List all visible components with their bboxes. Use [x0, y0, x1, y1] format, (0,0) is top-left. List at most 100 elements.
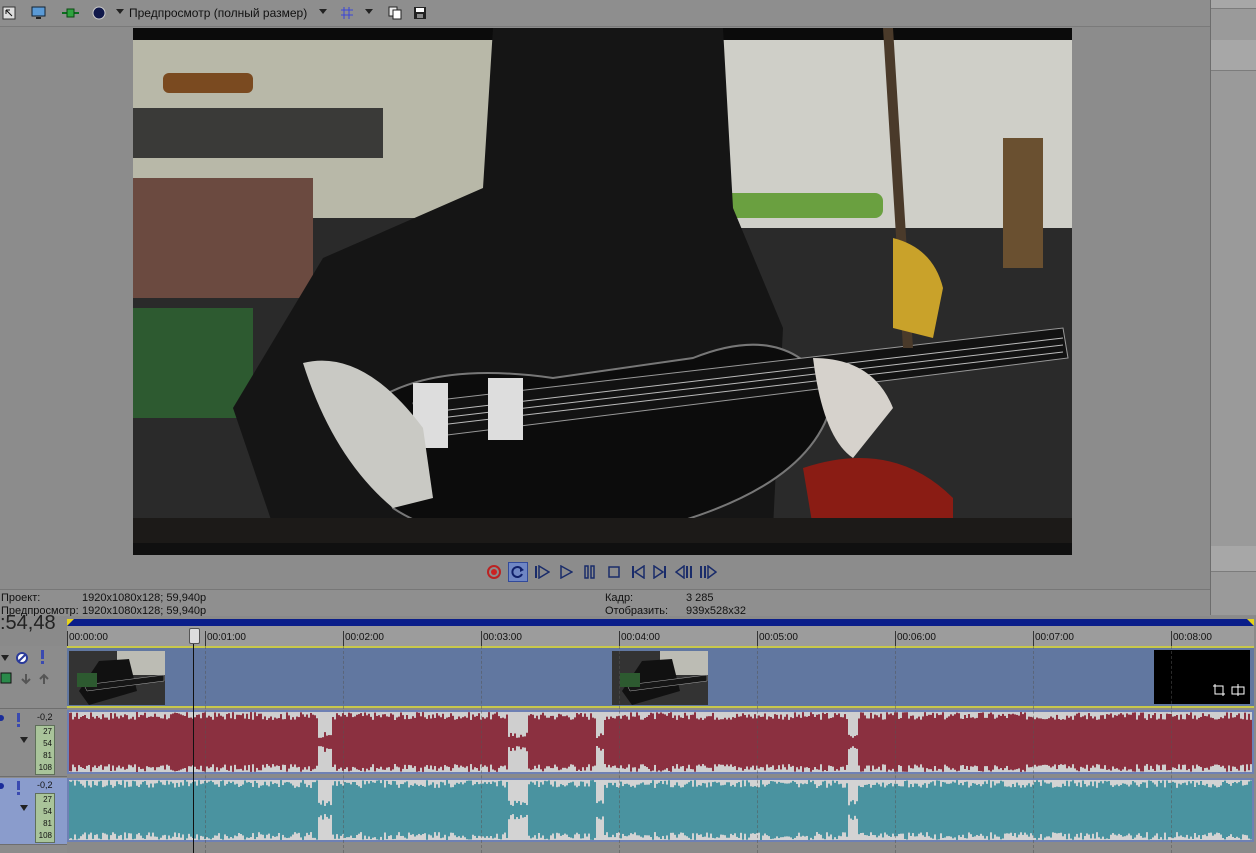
- video-track-event[interactable]: [67, 646, 1254, 708]
- loop-button[interactable]: [508, 562, 528, 582]
- go-to-end-button[interactable]: [650, 562, 670, 582]
- mute-icon[interactable]: [0, 781, 6, 794]
- audio-meter[interactable]: 27 54 81 108: [35, 793, 55, 843]
- track-fx-icon[interactable]: [40, 650, 46, 667]
- audio-track-event-1[interactable]: [67, 710, 1254, 774]
- mute-icon[interactable]: [0, 713, 6, 726]
- audio-meter[interactable]: 27 54 81 108: [35, 725, 55, 775]
- track-fx-icon[interactable]: [16, 781, 22, 798]
- meter-mark: 27: [43, 727, 52, 736]
- ruler-label: 00:00:00: [69, 632, 108, 643]
- audio-track-event-2[interactable]: [67, 778, 1254, 842]
- grid-line: [343, 646, 344, 853]
- frame-label: Кадр:: [605, 592, 634, 604]
- ruler-label: 00:06:00: [897, 632, 936, 643]
- ruler-tick: [205, 631, 206, 646]
- docked-panel-edge: [1210, 0, 1256, 615]
- stop-button[interactable]: [604, 562, 624, 582]
- video-track-header[interactable]: [0, 646, 67, 709]
- pan-crop-icon[interactable]: [1212, 683, 1226, 700]
- go-to-start-button[interactable]: [628, 562, 648, 582]
- ruler-tick: [619, 631, 620, 646]
- ruler-tick: [481, 631, 482, 646]
- preview-info-bar: Проект: 1920x1080x128; 59,940p Предпросм…: [0, 589, 1210, 617]
- ruler-tick: [343, 631, 344, 646]
- meter-mark: 108: [38, 763, 52, 772]
- overlay-icon[interactable]: [90, 4, 107, 21]
- meter-mark: 54: [43, 807, 52, 816]
- audio-track-header-1[interactable]: -0,2 27 54 81 108: [0, 710, 67, 777]
- video-frame[interactable]: [133, 28, 1072, 555]
- grid-dropdown-icon[interactable]: [365, 9, 373, 14]
- meter-mark: 108: [38, 831, 52, 840]
- audio-level: -0,2: [37, 712, 53, 722]
- bypass-fx-icon[interactable]: [16, 652, 28, 667]
- compositing-icon[interactable]: [0, 672, 12, 687]
- ruler-label: 00:01:00: [207, 632, 246, 643]
- project-label: Проект:: [1, 592, 41, 604]
- audio-track-header-2[interactable]: -0,2 27 54 81 108: [0, 778, 67, 845]
- ruler-label: 00:03:00: [483, 632, 522, 643]
- play-button[interactable]: [556, 562, 576, 582]
- grid-line: [895, 646, 896, 853]
- properties-icon[interactable]: [0, 4, 17, 21]
- panel-tab-strip-bottom[interactable]: [1211, 546, 1256, 572]
- event-fx-icon[interactable]: [1230, 683, 1246, 700]
- grid-line: [1033, 646, 1034, 853]
- grid-line: [205, 646, 206, 853]
- ruler-tick: [67, 631, 68, 646]
- meter-mark: 54: [43, 739, 52, 748]
- grid-line: [481, 646, 482, 853]
- grid-icon[interactable]: [338, 4, 355, 21]
- make-child-icon[interactable]: [20, 673, 32, 688]
- audio-waveform: [69, 712, 1252, 772]
- make-parent-icon[interactable]: [38, 673, 50, 688]
- loop-region-bar[interactable]: [67, 619, 1254, 626]
- preview-toolbar: Предпросмотр (полный размер): [0, 0, 1210, 27]
- split-screen-icon[interactable]: [62, 4, 79, 21]
- save-snapshot-icon[interactable]: [411, 4, 428, 21]
- meter-mark: 81: [43, 751, 52, 760]
- copy-snapshot-icon[interactable]: [386, 4, 403, 21]
- preview-mode-dropdown-icon[interactable]: [319, 9, 327, 14]
- panel-strip: [1211, 0, 1256, 9]
- audio-waveform: [69, 780, 1252, 840]
- ruler-label: 00:02:00: [345, 632, 384, 643]
- ruler-label: 00:08:00: [1173, 632, 1212, 643]
- preview-mode-label[interactable]: Предпросмотр (полный размер): [129, 6, 307, 20]
- black-video-clip[interactable]: [1154, 650, 1250, 704]
- ruler-label: 00:04:00: [621, 632, 660, 643]
- grid-line: [1171, 646, 1172, 853]
- panel-tab-strip[interactable]: [1211, 40, 1256, 71]
- track-fx-icon[interactable]: [16, 713, 22, 730]
- video-thumbnail: [69, 651, 165, 705]
- meter-mark: 27: [43, 795, 52, 804]
- expand-icon[interactable]: [20, 735, 28, 747]
- playhead-handle[interactable]: [189, 628, 200, 644]
- playhead-cursor[interactable]: [193, 630, 194, 853]
- record-button[interactable]: [484, 562, 504, 582]
- collapse-icon[interactable]: [1, 653, 9, 665]
- ruler-tick: [895, 631, 896, 646]
- overlay-dropdown-icon[interactable]: [116, 9, 124, 14]
- audio-level: -0,2: [37, 780, 53, 790]
- transport-controls: [484, 562, 724, 582]
- ruler-tick: [757, 631, 758, 646]
- track-headers: -0,2 27 54 81 108 -0,2 27 54 81 108: [0, 646, 67, 853]
- next-frame-button[interactable]: [698, 562, 718, 582]
- ruler-label: 00:05:00: [759, 632, 798, 643]
- previous-frame-button[interactable]: [674, 562, 694, 582]
- project-value: 1920x1080x128; 59,940p: [82, 592, 207, 604]
- meter-mark: 81: [43, 819, 52, 828]
- time-display: :54,48: [0, 612, 56, 634]
- frame-value: 3 285: [686, 592, 714, 604]
- video-thumbnail: [612, 651, 708, 705]
- video-frame-image: [133, 28, 1072, 555]
- expand-icon[interactable]: [20, 803, 28, 815]
- ruler-tick: [1171, 631, 1172, 646]
- pause-button[interactable]: [580, 562, 600, 582]
- ruler-label: 00:07:00: [1035, 632, 1074, 643]
- play-from-start-button[interactable]: [532, 562, 552, 582]
- monitor-icon[interactable]: [30, 4, 47, 21]
- grid-line: [619, 646, 620, 853]
